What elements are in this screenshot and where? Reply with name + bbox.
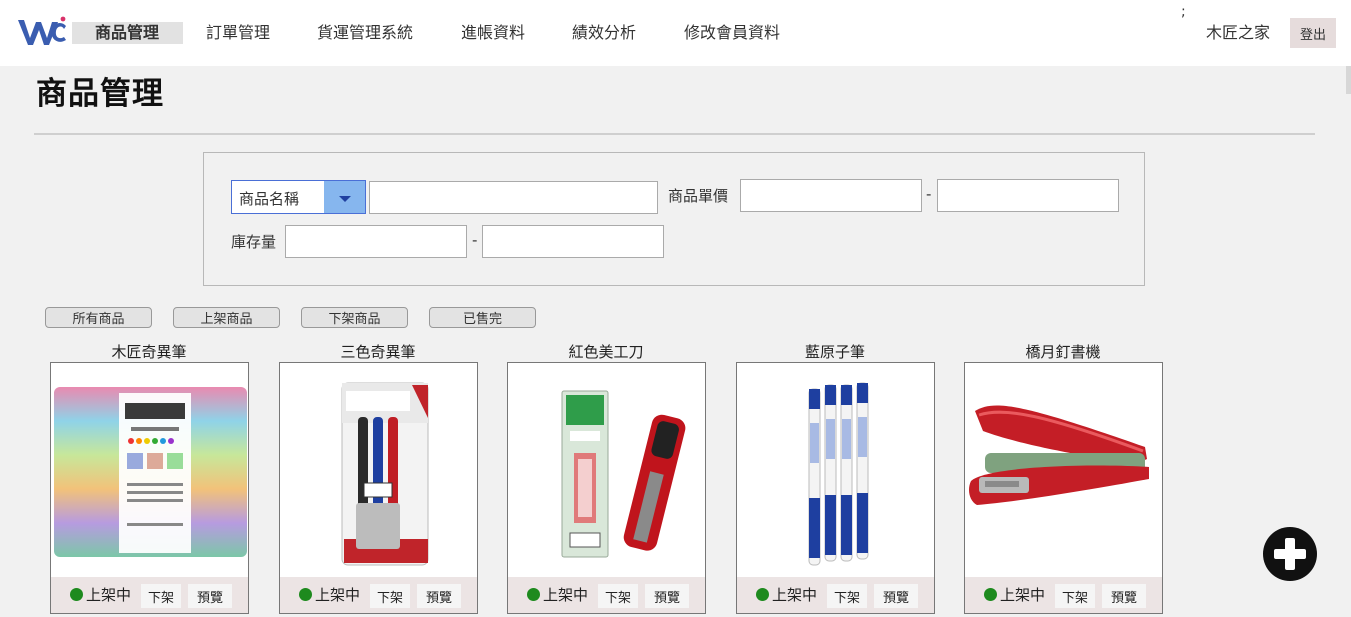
product-card-footer: 上架中 下架 預覽 xyxy=(737,577,934,613)
status-dot-icon xyxy=(984,588,997,601)
preview-button[interactable]: 預覽 xyxy=(874,584,918,608)
search-field-select-value: 商品名稱 xyxy=(239,190,300,208)
status-dot-icon xyxy=(527,588,540,601)
page-title: 商品管理 xyxy=(36,76,164,112)
price-label: 商品單價 xyxy=(668,187,729,205)
product-card-footer: 上架中 下架 預覽 xyxy=(51,577,248,613)
product-name: 木匠奇異筆 xyxy=(111,343,187,361)
product-card-footer: 上架中 下架 預覽 xyxy=(280,577,477,613)
nav-item-income-data[interactable]: 進帳資料 xyxy=(461,22,525,44)
product-card-footer: 上架中 下架 預覽 xyxy=(965,577,1162,613)
product-name: 紅色美工刀 xyxy=(568,343,644,361)
dropdown-button[interactable] xyxy=(324,181,365,213)
nav-item-label: 訂單管理 xyxy=(206,23,271,42)
product-status: 上架中 xyxy=(772,586,818,604)
nav-item-label: 修改會員資料 xyxy=(684,23,781,42)
stock-min-input[interactable] xyxy=(285,225,467,258)
product-name: 橋月釘書機 xyxy=(1025,343,1101,361)
nav-item-product-management[interactable]: 商品管理 xyxy=(72,22,183,44)
product-card[interactable]: 上架中 下架 預覽 xyxy=(964,362,1163,614)
product-card[interactable]: 上架中 下架 預覽 xyxy=(507,362,706,614)
marker-pack-image[interactable] xyxy=(51,363,248,577)
header-divider xyxy=(34,133,1315,135)
plus-circle-icon[interactable] xyxy=(1263,527,1317,581)
nav-item-order-management[interactable]: 訂單管理 xyxy=(206,22,270,44)
status-dot-icon xyxy=(299,588,312,601)
product-name: 藍原子筆 xyxy=(804,343,865,361)
top-nav-bar: 商品管理 訂單管理 貨運管理系統 進帳資料 績效分析 修改會員資料 ; 木匠之家… xyxy=(0,0,1351,66)
tab-unlisted-products[interactable]: 下架商品 xyxy=(301,307,408,328)
nav-item-label: 商品管理 xyxy=(95,23,160,42)
product-card[interactable]: 上架中 下架 預覽 xyxy=(50,362,249,614)
take-down-button[interactable]: 下架 xyxy=(1055,584,1095,608)
product-status: 上架中 xyxy=(315,586,361,604)
nav-item-label: 績效分析 xyxy=(572,23,637,42)
scrollbar-thumb[interactable] xyxy=(1346,66,1351,94)
price-range-dash: - xyxy=(926,185,932,203)
preview-button[interactable]: 預覽 xyxy=(417,584,461,608)
nav-item-label: 進帳資料 xyxy=(461,23,526,42)
take-down-button[interactable]: 下架 xyxy=(141,584,181,608)
wc-logo-icon[interactable] xyxy=(14,14,68,50)
status-dot-icon xyxy=(70,588,83,601)
product-card[interactable]: 上架中 下架 預覽 xyxy=(279,362,478,614)
tab-sold-out[interactable]: 已售完 xyxy=(429,307,536,328)
product-name-input[interactable] xyxy=(369,181,658,214)
preview-button[interactable]: 預覽 xyxy=(1102,584,1146,608)
blue-pens-image[interactable] xyxy=(737,363,934,577)
product-card[interactable]: 上架中 下架 預覽 xyxy=(736,362,935,614)
stapler-image[interactable] xyxy=(965,363,1162,577)
price-max-input[interactable] xyxy=(937,179,1119,212)
user-name: 木匠之家 xyxy=(1206,23,1271,42)
tab-listed-products[interactable]: 上架商品 xyxy=(173,307,280,328)
stray-semicolon: ; xyxy=(1181,4,1186,20)
preview-button[interactable]: 預覽 xyxy=(645,584,689,608)
take-down-button[interactable]: 下架 xyxy=(598,584,638,608)
status-dot-icon xyxy=(756,588,769,601)
logout-button[interactable]: 登出 xyxy=(1290,18,1336,48)
price-min-input[interactable] xyxy=(740,179,922,212)
product-status: 上架中 xyxy=(543,586,589,604)
filter-panel: 商品名稱 商品單價 - 庫存量 - xyxy=(203,152,1145,286)
nav-item-edit-member-info[interactable]: 修改會員資料 xyxy=(684,22,780,44)
sharpie-pack-image[interactable] xyxy=(280,363,477,577)
chevron-down-icon xyxy=(339,196,351,202)
nav-item-shipping-system[interactable]: 貨運管理系統 xyxy=(317,22,413,44)
preview-button[interactable]: 預覽 xyxy=(188,584,232,608)
nav-item-label: 貨運管理系統 xyxy=(317,23,414,42)
product-name: 三色奇異筆 xyxy=(340,343,416,361)
utility-knife-image[interactable] xyxy=(508,363,705,577)
stock-label: 庫存量 xyxy=(231,233,277,251)
tab-all-products[interactable]: 所有商品 xyxy=(45,307,152,328)
take-down-button[interactable]: 下架 xyxy=(827,584,867,608)
stock-range-dash: - xyxy=(472,231,478,249)
product-card-footer: 上架中 下架 預覽 xyxy=(508,577,705,613)
product-status: 上架中 xyxy=(86,586,132,604)
search-field-select[interactable]: 商品名稱 xyxy=(231,180,366,214)
stock-max-input[interactable] xyxy=(482,225,664,258)
nav-item-performance-analysis[interactable]: 績效分析 xyxy=(572,22,636,44)
product-status: 上架中 xyxy=(1000,586,1046,604)
take-down-button[interactable]: 下架 xyxy=(370,584,410,608)
